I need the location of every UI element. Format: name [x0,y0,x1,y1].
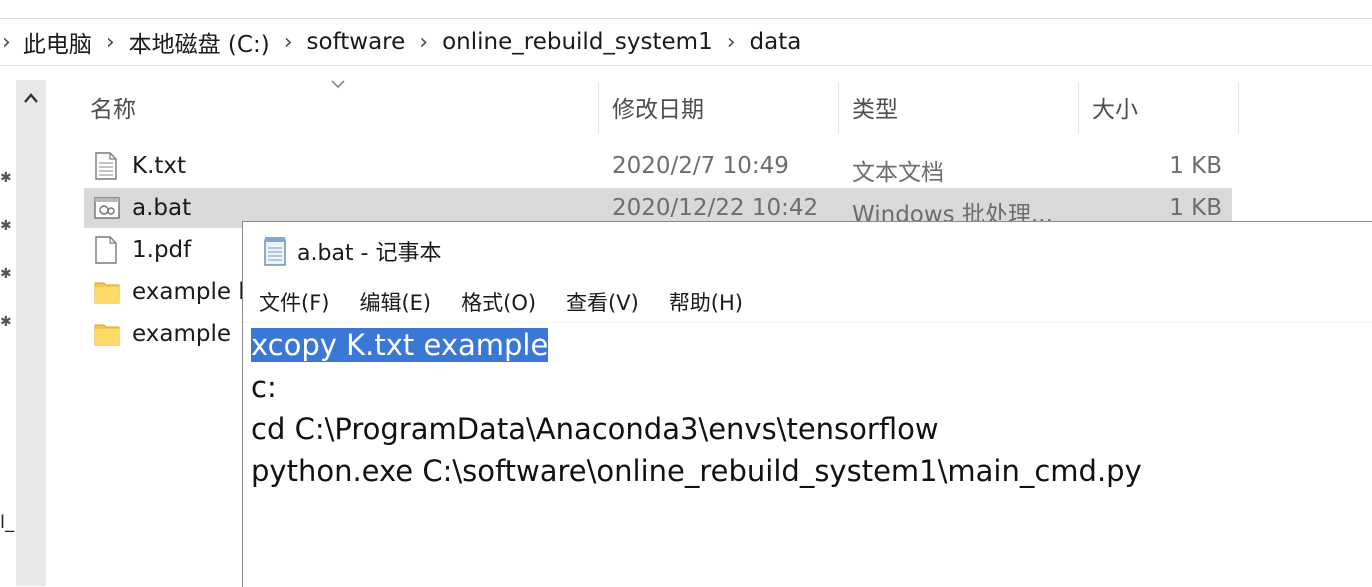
notepad-title: a.bat - 记事本 [297,241,442,266]
breadcrumb-item-software[interactable]: software [307,29,406,55]
file-size: 1 KB [1169,195,1222,221]
menu-file[interactable]: 文件(F) [259,287,329,317]
sort-chevron-icon [330,74,346,93]
notepad-title-bar[interactable]: a.bat - 记事本 [243,222,1372,280]
batch-file-icon [94,194,120,222]
column-header-size[interactable]: 大小 [1092,80,1138,134]
notepad-menu-bar: 文件(F) 编辑(E) 格式(O) 查看(V) 帮助(H) [243,282,1372,323]
folder-icon [94,320,120,348]
chevron-right-icon[interactable]: › [419,30,428,55]
column-divider[interactable] [598,82,599,134]
text-file-icon [94,152,118,180]
file-date: 2020/12/22 10:42 [612,195,819,221]
column-header-type[interactable]: 类型 [852,80,898,134]
chevron-up-icon[interactable] [16,80,46,116]
file-date: 2020/2/7 10:49 [612,153,789,179]
file-type: 文本文档 [852,160,944,186]
file-name: example [132,321,231,347]
pin-icon[interactable]: ✱ [0,170,12,186]
pin-icon[interactable]: ✱ [0,266,12,282]
column-header-date[interactable]: 修改日期 [612,80,704,134]
file-name: example l [132,279,245,305]
file-name: a.bat [132,195,192,221]
menu-help[interactable]: 帮助(H) [669,287,743,317]
text-line[interactable]: cd C:\ProgramData\Anaconda3\envs\tensorf… [251,408,1142,450]
breadcrumb-item-local-disk[interactable]: 本地磁盘 (C:) [129,25,270,59]
column-headers: 名称 修改日期 类型 大小 [46,80,1246,136]
file-name: 1.pdf [132,237,192,263]
breadcrumb: › 此电脑 › 本地磁盘 (C:) › software › online_re… [0,19,1372,66]
menu-view[interactable]: 查看(V) [566,287,639,317]
folder-icon [94,278,120,306]
chevron-right-icon[interactable]: › [106,30,115,55]
pdf-file-icon [94,236,118,264]
chevron-right-icon[interactable]: › [284,30,293,55]
selected-text[interactable]: xcopy K.txt example [251,328,549,362]
notepad-text-area[interactable]: xcopy K.txt example c: cd C:\ProgramData… [251,324,1142,492]
file-size: 1 KB [1169,153,1222,179]
breadcrumb-item-online-rebuild[interactable]: online_rebuild_system1 [442,29,713,55]
menu-edit[interactable]: 编辑(E) [359,287,431,317]
navigation-pane: ✱ ✱ ✱ ✱ l_ [0,66,16,586]
clipped-nav-label: l_ [0,512,15,533]
window-top-edge [0,0,1372,19]
breadcrumb-item-data[interactable]: data [750,29,802,55]
chevron-right-icon[interactable]: › [2,30,11,55]
file-name: K.txt [132,153,187,179]
breadcrumb-item-this-pc[interactable]: 此电脑 [23,25,92,59]
column-divider[interactable] [838,82,839,134]
column-header-name[interactable]: 名称 [90,80,136,134]
text-line[interactable]: c: [251,366,1142,408]
text-line[interactable]: python.exe C:\software\online_rebuild_sy… [251,450,1142,492]
column-divider[interactable] [1078,82,1079,134]
file-row[interactable]: K.txt 2020/2/7 10:49 文本文档 1 KB [84,146,1232,186]
pin-icon[interactable]: ✱ [0,314,12,330]
notepad-window[interactable]: a.bat - 记事本 文件(F) 编辑(E) 格式(O) 查看(V) 帮助(H… [242,221,1372,587]
column-divider[interactable] [1238,82,1239,134]
chevron-right-icon[interactable]: › [727,30,736,55]
notepad-icon [263,236,287,266]
menu-format[interactable]: 格式(O) [461,287,536,317]
pin-icon[interactable]: ✱ [0,218,12,234]
nav-scrollbar[interactable] [16,80,46,586]
